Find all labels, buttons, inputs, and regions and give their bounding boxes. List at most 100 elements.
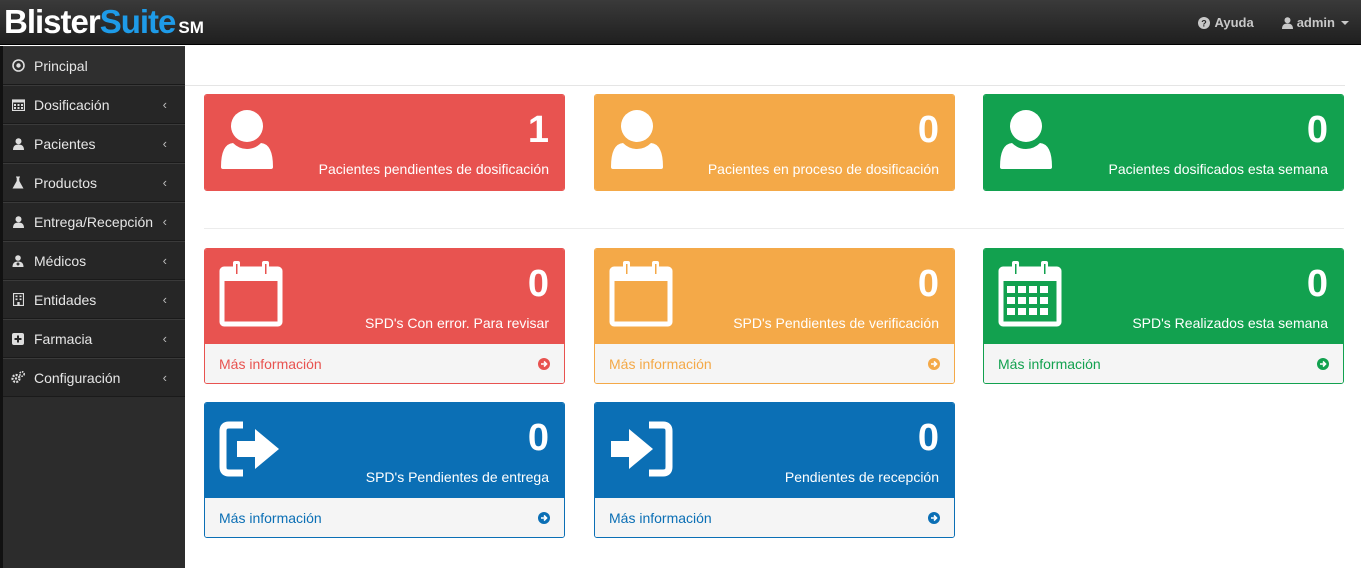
flask-icon — [11, 176, 25, 190]
arrow-circle-right-icon — [928, 511, 940, 524]
box-value: 0 — [917, 109, 939, 151]
building-icon — [11, 293, 25, 307]
sidebar-item-principal[interactable]: Principal — [3, 46, 185, 85]
box-label: Pacientes en proceso de dosificación — [707, 161, 939, 177]
sidebar-item-label: Médicos — [34, 252, 87, 269]
chevron-left-icon: ‹ — [162, 331, 167, 346]
chevron-left-icon: ‹ — [162, 253, 167, 268]
arrow-circle-right-icon — [538, 511, 550, 524]
target-icon — [11, 59, 25, 73]
box-header: 0 SPD's Con error. Para revisar — [205, 249, 564, 344]
sign-in-icon — [611, 421, 673, 477]
box-label: SPD's Pendientes de verificación — [733, 315, 939, 331]
box-spd-delivery: 0 SPD's Pendientes de entrega Más inform… — [204, 402, 565, 538]
help-label: Ayuda — [1214, 15, 1254, 30]
user-menu[interactable]: admin — [1281, 15, 1349, 30]
sidebar-item-label: Pacientes — [34, 135, 96, 152]
sidebar: Principal Dosificación ‹ Pacientes ‹ Pro… — [0, 46, 185, 568]
box-label: Pendientes de recepción — [784, 469, 939, 485]
brand-part1: Blister — [4, 3, 101, 40]
chevron-left-icon: ‹ — [162, 214, 167, 229]
sidebar-item-entidades[interactable]: Entidades ‹ — [3, 280, 185, 319]
sidebar-item-label: Farmacia — [34, 330, 93, 347]
more-info-label: Más información — [609, 355, 712, 372]
user-icon — [11, 215, 25, 229]
sidebar-item-dosificacion[interactable]: Dosificación ‹ — [3, 85, 185, 124]
box-header: 0 SPD's Realizados esta semana — [984, 249, 1343, 344]
sidebar-item-configuracion[interactable]: Configuración ‹ — [3, 358, 185, 397]
sidebar-item-label: Entrega/Recepción — [34, 213, 154, 230]
navbar-right: ? Ayuda admin — [1198, 0, 1361, 45]
question-circle-icon: ? — [1198, 16, 1211, 29]
user-icon — [1000, 110, 1052, 169]
doctor-icon — [11, 254, 25, 268]
sidebar-item-label: Principal — [34, 57, 88, 74]
user-icon — [611, 110, 663, 169]
gears-icon — [11, 371, 25, 385]
box-label: Pacientes dosificados esta semana — [1108, 161, 1328, 177]
box-label: SPD's Realizados esta semana — [1132, 315, 1328, 331]
box-reception: 0 Pendientes de recepción Más informació… — [594, 402, 955, 538]
help-link[interactable]: ? Ayuda — [1198, 15, 1254, 30]
arrow-circle-right-icon — [1317, 357, 1329, 370]
sidebar-item-label: Configuración — [34, 369, 121, 386]
box-spd-verify: 0 SPD's Pendientes de verificación Más i… — [594, 248, 955, 384]
box-value: 0 — [1306, 263, 1328, 305]
more-info-link[interactable]: Más información — [595, 344, 954, 383]
box-dosed-week[interactable]: 0 Pacientes dosificados esta semana — [983, 94, 1344, 191]
box-pending-dosing[interactable]: 1 Pacientes pendientes de dosificación — [204, 94, 565, 191]
svg-text:?: ? — [1202, 18, 1208, 28]
more-info-link[interactable]: Más información — [205, 498, 564, 537]
calendar-icon — [609, 261, 673, 327]
box-label: SPD's Con error. Para revisar — [365, 315, 549, 331]
sidebar-item-label: Entidades — [34, 291, 97, 308]
more-info-label: Más información — [609, 509, 712, 526]
chevron-left-icon: ‹ — [162, 370, 167, 385]
box-value: 0 — [917, 417, 939, 459]
box-header: 1 Pacientes pendientes de dosificación — [205, 95, 564, 190]
content-divider — [185, 85, 1345, 86]
box-header: 0 Pendientes de recepción — [595, 403, 954, 498]
box-spd-done: 0 SPD's Realizados esta semana Más infor… — [983, 248, 1344, 384]
arrow-circle-right-icon — [928, 357, 940, 370]
section-divider — [204, 228, 1344, 229]
chevron-left-icon: ‹ — [162, 136, 167, 151]
more-info-link[interactable]: Más información — [205, 344, 564, 383]
caret-down-icon — [1341, 20, 1349, 25]
sidebar-item-medicos[interactable]: Médicos ‹ — [3, 241, 185, 280]
sidebar-item-productos[interactable]: Productos ‹ — [3, 163, 185, 202]
more-info-label: Más información — [998, 355, 1101, 372]
sidebar-item-label: Productos — [34, 174, 98, 191]
calendar-icon — [219, 261, 283, 327]
user-icon — [11, 137, 25, 151]
box-header: 0 SPD's Pendientes de verificación — [595, 249, 954, 344]
brand-part3: SM — [178, 18, 204, 37]
box-value: 0 — [917, 263, 939, 305]
box-label: SPD's Pendientes de entrega — [365, 469, 549, 485]
box-header: 0 Pacientes en proceso de dosificación — [595, 95, 954, 190]
more-info-label: Más información — [219, 355, 322, 372]
user-icon — [221, 110, 273, 169]
sidebar-item-label: Dosificación — [34, 96, 110, 113]
sign-out-icon — [219, 421, 279, 477]
chevron-left-icon: ‹ — [162, 175, 167, 190]
box-header: 0 SPD's Pendientes de entrega — [205, 403, 564, 498]
box-label: Pacientes pendientes de dosificación — [318, 161, 549, 177]
box-value: 1 — [527, 109, 549, 151]
more-info-link[interactable]: Más información — [984, 344, 1343, 383]
sidebar-item-pacientes[interactable]: Pacientes ‹ — [3, 124, 185, 163]
box-in-process-dosing[interactable]: 0 Pacientes en proceso de dosificación — [594, 94, 955, 191]
calendar-icon — [11, 98, 25, 112]
chevron-left-icon: ‹ — [162, 292, 167, 307]
box-value: 0 — [527, 263, 549, 305]
sidebar-item-entrega-recepcion[interactable]: Entrega/Recepción ‹ — [3, 202, 185, 241]
user-icon — [1281, 16, 1293, 29]
sidebar-item-farmacia[interactable]: Farmacia ‹ — [3, 319, 185, 358]
box-header: 0 Pacientes dosificados esta semana — [984, 95, 1343, 190]
more-info-label: Más información — [219, 509, 322, 526]
brand-logo[interactable]: Blister Suite SM — [4, 2, 204, 42]
arrow-circle-right-icon — [538, 357, 550, 370]
more-info-link[interactable]: Más información — [595, 498, 954, 537]
box-value: 0 — [1306, 109, 1328, 151]
top-navbar: Blister Suite SM ? Ayuda admin — [0, 0, 1361, 45]
